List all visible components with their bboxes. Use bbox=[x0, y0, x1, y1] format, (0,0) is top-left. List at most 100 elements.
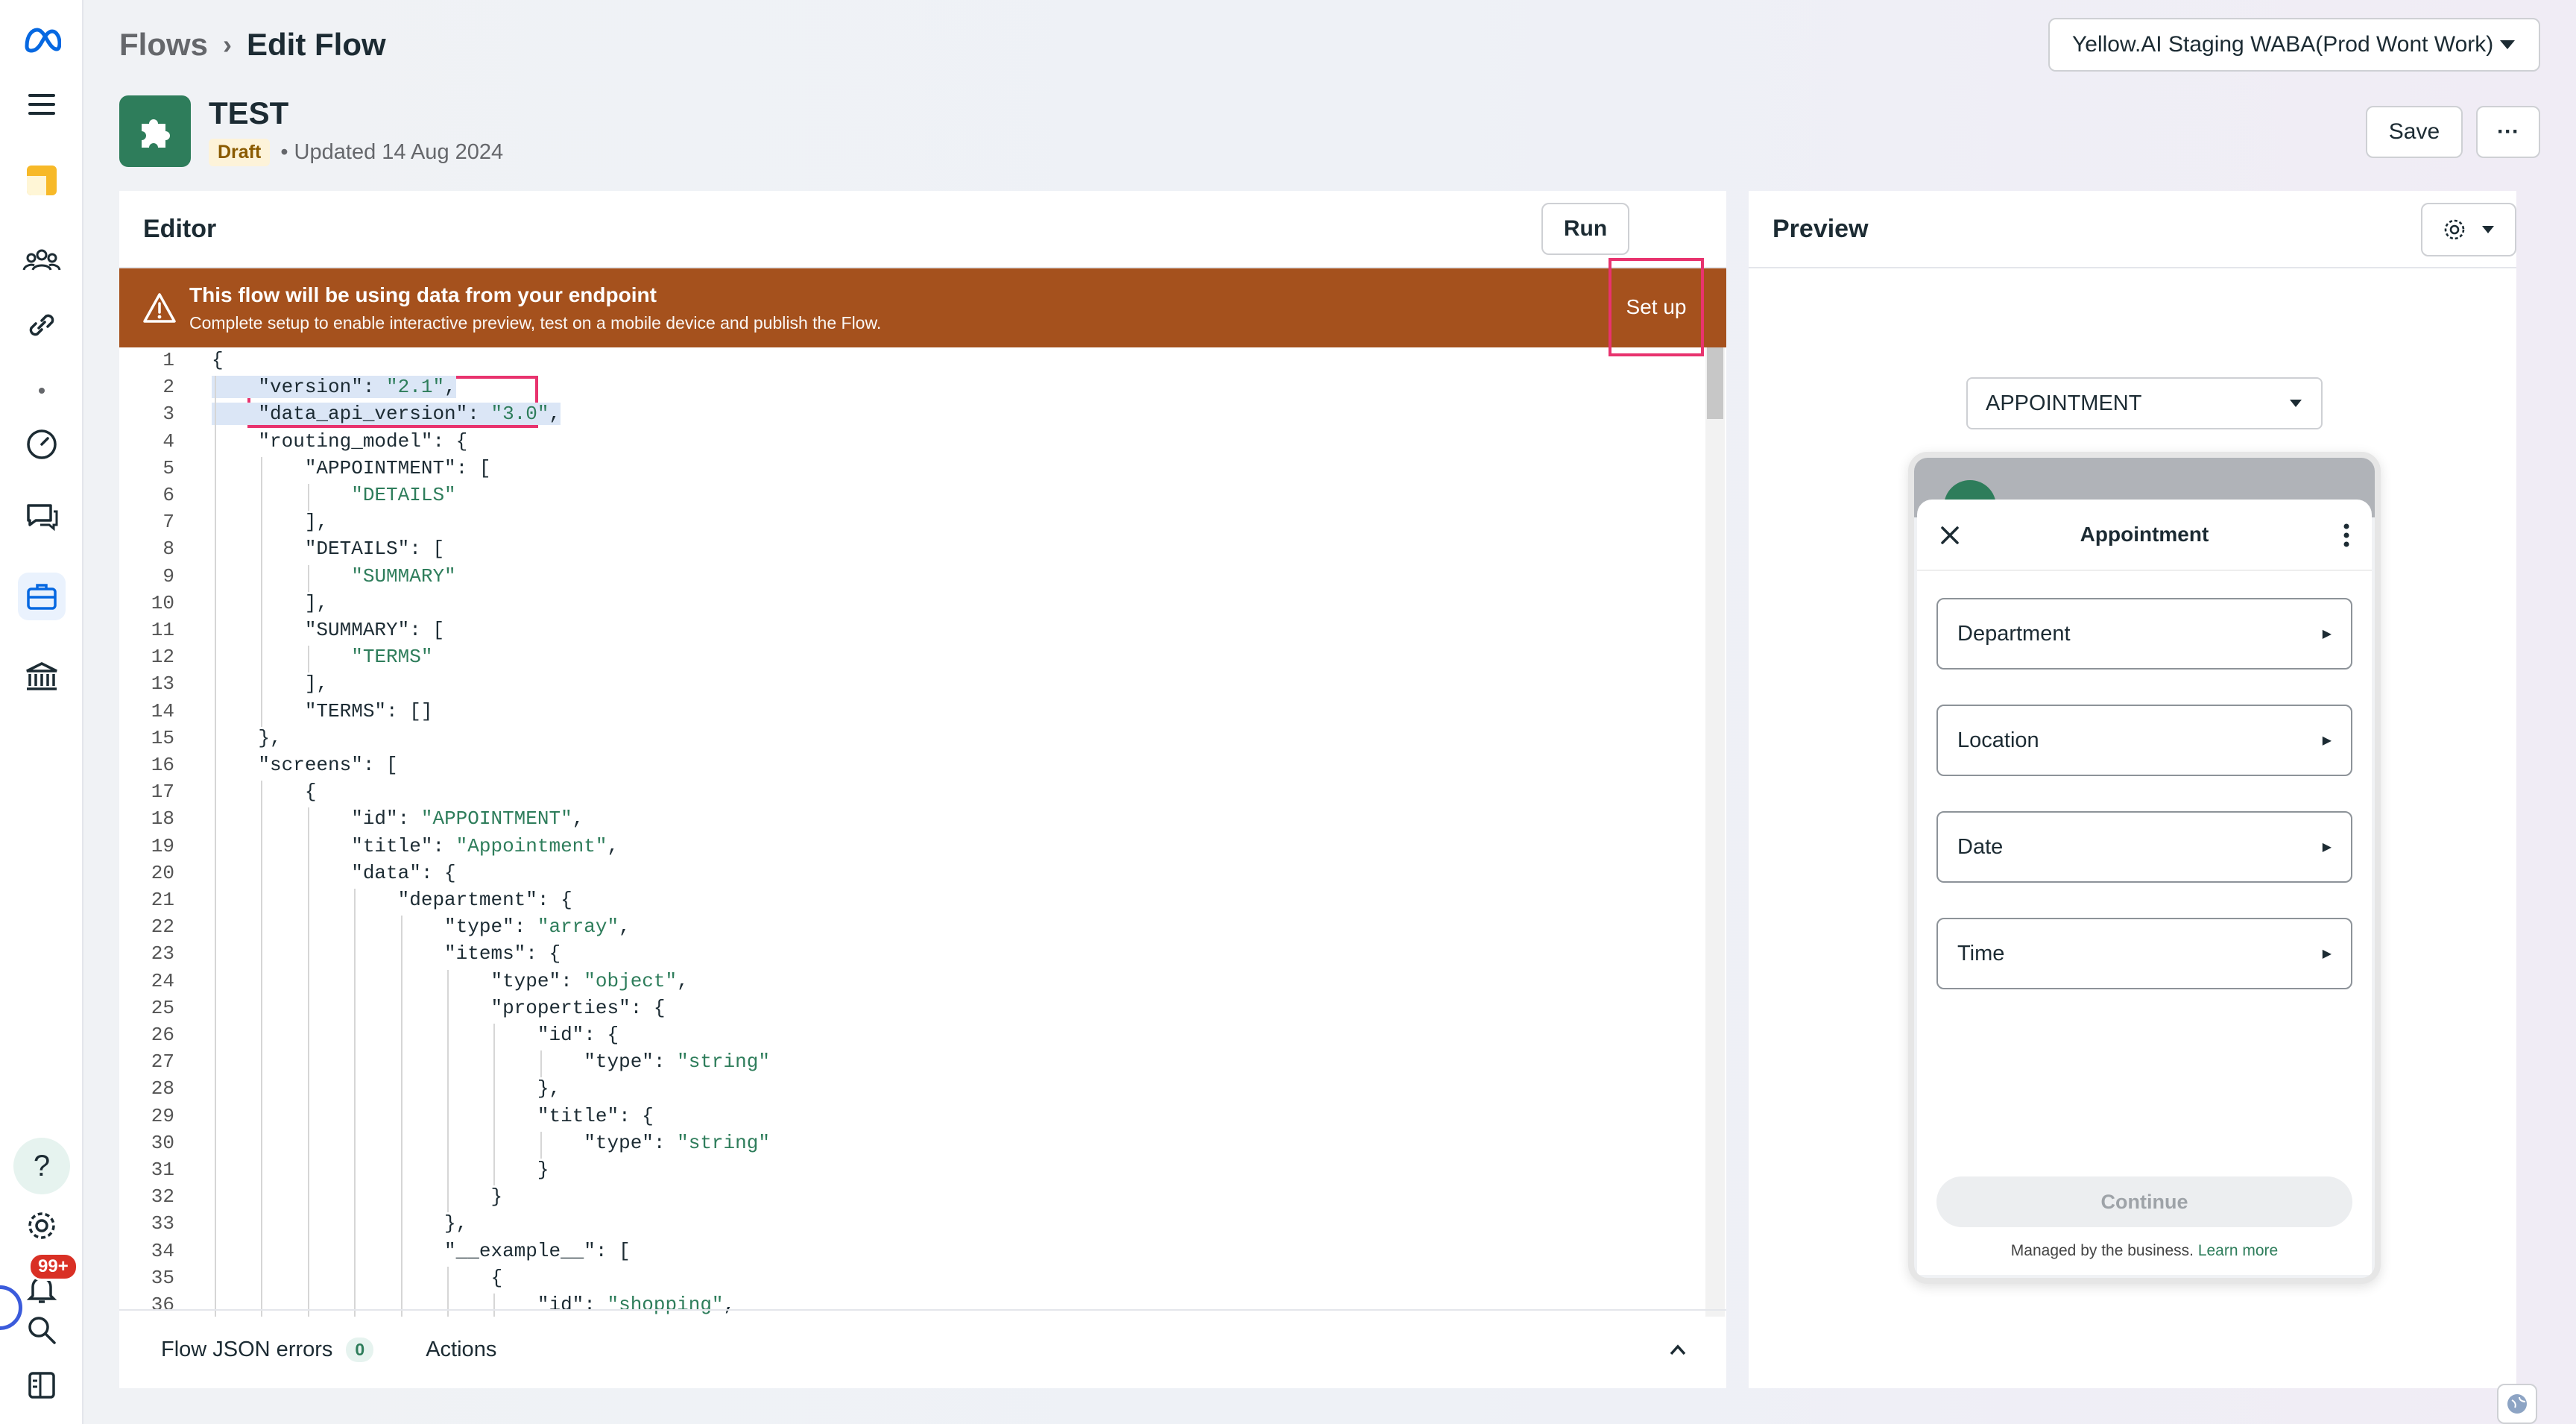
meta-logo-icon[interactable] bbox=[18, 16, 66, 64]
account-selector[interactable]: Yellow.AI Staging WABA(Prod Wont Work) bbox=[2048, 18, 2540, 72]
run-button[interactable]: Run bbox=[1541, 203, 1629, 255]
indent-guide bbox=[261, 511, 263, 538]
editor-scrollbar[interactable] bbox=[1705, 347, 1725, 1317]
managed-text: Managed by the business. bbox=[2010, 1242, 2194, 1259]
code-line: "data_api_version": "3.0", bbox=[212, 403, 561, 426]
indent-guide bbox=[307, 889, 309, 916]
indent-guide bbox=[447, 1159, 449, 1186]
code-line: "title": "Appointment", bbox=[212, 834, 619, 857]
caret-down-icon bbox=[2290, 400, 2302, 407]
indent-guide bbox=[261, 591, 263, 619]
code-line: } bbox=[212, 1185, 503, 1209]
indent-guide bbox=[215, 672, 216, 700]
audience-icon[interactable] bbox=[18, 237, 66, 285]
line-number: 30 bbox=[151, 1131, 174, 1154]
settings-gear-icon[interactable] bbox=[18, 1202, 66, 1250]
globe-icon[interactable] bbox=[2497, 1384, 2537, 1424]
save-button[interactable]: Save bbox=[2366, 106, 2463, 158]
indent-guide bbox=[261, 861, 263, 889]
indent-guide bbox=[493, 1024, 496, 1051]
notification-badge: 99+ bbox=[28, 1253, 78, 1281]
indent-guide bbox=[215, 1104, 216, 1132]
help-button[interactable]: ? bbox=[13, 1138, 70, 1194]
panel-toggle-icon[interactable] bbox=[18, 1361, 66, 1409]
date-field[interactable]: Date ▶ bbox=[1936, 811, 2352, 883]
kebab-menu-icon[interactable] bbox=[2342, 522, 2351, 549]
bank-icon[interactable] bbox=[18, 653, 66, 701]
indent-guide bbox=[215, 916, 216, 943]
chat-icon[interactable] bbox=[18, 492, 66, 540]
time-field[interactable]: Time ▶ bbox=[1936, 918, 2352, 989]
scrollbar-thumb[interactable] bbox=[1707, 347, 1723, 419]
line-number: 11 bbox=[151, 619, 174, 641]
indent-guide bbox=[261, 916, 263, 943]
line-number: 25 bbox=[151, 996, 174, 1019]
indent-guide bbox=[354, 1104, 356, 1132]
menu-icon[interactable] bbox=[18, 81, 66, 128]
code-line: "SUMMARY" bbox=[351, 564, 456, 587]
indent-guide bbox=[215, 807, 216, 835]
line-number: 5 bbox=[162, 456, 174, 479]
dashboard-gauge-icon[interactable] bbox=[18, 420, 66, 468]
indent-guide bbox=[447, 1024, 449, 1051]
flow-meta: Draft • Updated 14 Aug 2024 bbox=[209, 139, 503, 166]
code-line: "data": { bbox=[212, 861, 456, 884]
code-line: "screens": [ bbox=[212, 754, 398, 776]
flow-sheet: Appointment Department ▶ Location ▶ Date ▶ … bbox=[1917, 500, 2372, 1275]
chevron-up-icon[interactable] bbox=[1668, 1342, 1688, 1357]
close-icon[interactable] bbox=[1939, 525, 1960, 546]
indent-guide bbox=[400, 1050, 402, 1078]
managed-by-text: Managed by the business. Learn more bbox=[1917, 1242, 2372, 1260]
continue-button[interactable]: Continue bbox=[1936, 1176, 2352, 1227]
indent-guide bbox=[400, 969, 402, 997]
line-number: 24 bbox=[151, 969, 174, 992]
line-number: 23 bbox=[151, 942, 174, 965]
breadcrumb-flows-link[interactable]: Flows bbox=[119, 27, 208, 63]
indent-guide bbox=[261, 1077, 263, 1105]
sticky-note-icon[interactable] bbox=[18, 157, 66, 204]
json-code-editor[interactable]: 1 {2 "version": "2.1", 3 "data_api_version… bbox=[119, 347, 1726, 1317]
screen-select[interactable]: APPOINTMENT bbox=[1966, 377, 2323, 429]
indent-guide bbox=[261, 781, 263, 808]
preview-settings-button[interactable] bbox=[2421, 203, 2516, 256]
department-field[interactable]: Department ▶ bbox=[1936, 598, 2352, 670]
indent-guide bbox=[447, 1185, 449, 1213]
briefcase-icon[interactable] bbox=[18, 573, 66, 620]
actions-tab[interactable]: Actions bbox=[426, 1338, 496, 1362]
flow-json-errors-tab[interactable]: Flow JSON errors bbox=[161, 1338, 332, 1362]
indent-guide bbox=[215, 1212, 216, 1240]
indent-guide bbox=[261, 672, 263, 700]
code-line: "items": { bbox=[212, 942, 561, 965]
indent-guide bbox=[261, 834, 263, 862]
line-number: 22 bbox=[151, 916, 174, 939]
indent-guide bbox=[215, 538, 216, 565]
code-line: { bbox=[212, 781, 317, 804]
phone-mockup: Appointment Department ▶ Location ▶ Date ▶ … bbox=[1908, 452, 2381, 1284]
indent-guide bbox=[354, 1212, 356, 1240]
indent-guide bbox=[400, 1185, 402, 1213]
setup-button[interactable]: Set up bbox=[1609, 258, 1704, 356]
link-icon[interactable] bbox=[18, 301, 66, 349]
indent-guide bbox=[307, 1239, 309, 1267]
location-field[interactable]: Location ▶ bbox=[1936, 705, 2352, 776]
indent-guide bbox=[307, 834, 309, 862]
indent-guide bbox=[493, 1159, 496, 1186]
line-number: 19 bbox=[151, 834, 174, 857]
code-line: "id": { bbox=[212, 1024, 619, 1046]
indent-guide bbox=[215, 1024, 216, 1051]
search-icon[interactable] bbox=[18, 1306, 66, 1354]
indent-guide bbox=[307, 1212, 309, 1240]
indent-guide bbox=[261, 1104, 263, 1132]
indent-guide bbox=[215, 1159, 216, 1186]
indent-guide bbox=[493, 1104, 496, 1132]
line-number: 17 bbox=[151, 781, 174, 804]
code-line: { bbox=[212, 1266, 503, 1289]
indent-guide bbox=[307, 942, 309, 970]
learn-more-link[interactable]: Learn more bbox=[2198, 1242, 2278, 1259]
indent-guide bbox=[261, 1131, 263, 1159]
department-label: Department bbox=[1957, 621, 2071, 646]
indent-guide bbox=[447, 969, 449, 997]
code-line: "version": "2.1", bbox=[212, 376, 456, 399]
more-options-button[interactable]: ··· bbox=[2476, 106, 2540, 158]
indent-guide bbox=[400, 942, 402, 970]
